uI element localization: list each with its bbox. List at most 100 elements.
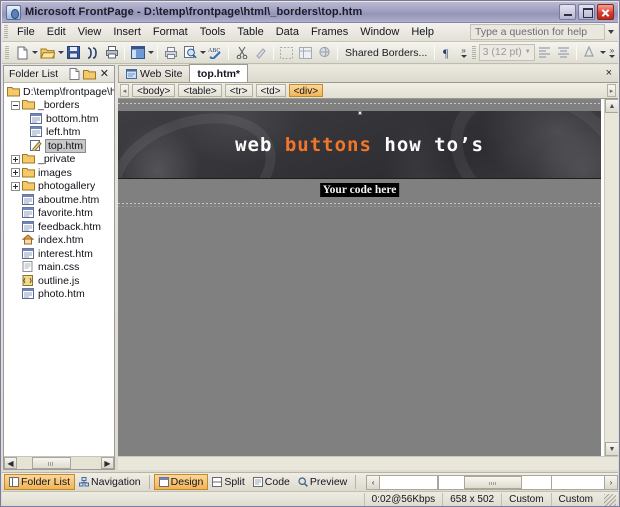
menu-item-format[interactable]: Format [147,24,194,40]
tree-item-borders[interactable]: _borders [4,99,114,113]
tree-item-index-htm[interactable]: index.htm [4,234,114,248]
scroll-right-icon[interactable]: › [604,474,618,490]
tree-item-photo-htm[interactable]: photo.htm [4,288,114,302]
search-icon[interactable] [83,43,102,62]
design-view-canvas[interactable]: web buttons how to’s Your code here ▲ ▼ [118,99,618,470]
tree-item-private[interactable]: _private [4,153,114,167]
align-left-icon[interactable] [535,43,554,62]
chevron-down-icon[interactable]: ▼ [525,45,531,60]
tag-div[interactable]: <div> [288,84,324,97]
toggle-pane-icon[interactable] [128,43,147,62]
menu-item-tools[interactable]: Tools [194,24,232,40]
scroll-down-icon[interactable]: ▼ [605,442,618,456]
open-icon[interactable] [38,43,57,62]
toolbar-overflow-button[interactable]: » [460,46,467,58]
tag-tr[interactable]: <tr> [224,84,253,97]
menu-item-file[interactable]: File [11,24,41,40]
formatting-toolbar-drag-handle[interactable] [471,45,476,60]
canvas-vertical-scrollbar[interactable]: ▲ ▼ [604,99,618,456]
tree-item-interest-htm[interactable]: interest.htm [4,247,114,261]
font-color-icon[interactable] [580,43,599,62]
tag-body[interactable]: <body> [132,84,176,97]
minimize-button[interactable] [559,4,576,20]
banner-region[interactable]: web buttons how to’s [118,111,601,179]
scroll-thumb[interactable] [32,457,71,469]
chevron-down-icon[interactable] [608,30,614,34]
scroll-thumb[interactable] [463,475,522,489]
new-page-icon[interactable] [12,43,31,62]
font-size-select[interactable]: 3 (12 pt) ▼ [478,44,535,61]
collapse-toggle-icon[interactable] [11,100,20,110]
format-painter-icon[interactable] [251,43,270,62]
insert-table-icon[interactable] [296,43,315,62]
tree-item-main-css[interactable]: main.css [4,261,114,275]
menu-item-view[interactable]: View [72,24,108,40]
page-surface[interactable]: web buttons how to’s Your code here [118,99,601,456]
shared-borders-button[interactable]: Shared Borders... [341,47,431,59]
hyperlink-icon[interactable] [315,43,334,62]
new-folder-icon[interactable] [82,67,97,81]
chevron-down-icon[interactable] [608,54,615,58]
cut-icon[interactable] [232,43,251,62]
tag-td[interactable]: <td> [255,84,286,97]
scroll-left-icon[interactable]: ‹ [366,474,381,490]
close-button[interactable] [597,4,614,20]
view-button-preview[interactable]: Preview [294,474,351,490]
insert-layer-icon[interactable] [277,43,296,62]
scroll-right-icon[interactable]: ▶ [101,457,114,469]
save-icon[interactable] [64,43,83,62]
menu-drag-handle[interactable] [4,25,8,39]
scroll-left-icon[interactable]: ◀ [4,457,17,469]
maximize-button[interactable] [578,4,595,20]
help-question-input[interactable]: Type a question for help [470,24,605,40]
scroll-up-icon[interactable]: ▲ [605,99,618,113]
menu-item-insert[interactable]: Insert [107,24,147,40]
menu-item-frames[interactable]: Frames [305,24,354,40]
tree-item-bottom-htm[interactable]: bottom.htm [4,112,114,126]
tree-item-feedback-htm[interactable]: feedback.htm [4,220,114,234]
tree-item-outline-js[interactable]: outline.js [4,274,114,288]
menu-item-help[interactable]: Help [405,24,440,40]
menu-item-data[interactable]: Data [270,24,305,40]
tree-item-top-htm[interactable]: top.htm [4,138,114,153]
selection-handle[interactable] [357,111,362,115]
tag-scroll-right-icon[interactable]: ▸ [607,84,616,97]
view-button-design[interactable]: Design [153,474,209,490]
tree-item-favorite-htm[interactable]: favorite.htm [4,207,114,221]
tree-item-images[interactable]: images [4,166,114,180]
pane-button-navigation[interactable]: Navigation [75,474,145,490]
pane-button-folder-list[interactable]: Folder List [4,474,76,490]
toggle-pane-dropdown-icon[interactable] [148,51,154,54]
print-preview-icon[interactable] [180,43,199,62]
folder-tree[interactable]: D:\temp\frontpage\html _borders bottom.h… [4,83,114,456]
close-tab-icon[interactable]: × [606,68,612,82]
new-page-icon[interactable] [67,67,82,81]
print-icon[interactable] [161,43,180,62]
expand-toggle-icon[interactable] [11,168,20,178]
resize-grip-icon[interactable] [604,493,616,506]
view-bar-scrollbar[interactable]: ‹ › [366,474,618,490]
publish-icon[interactable] [102,43,121,62]
scroll-track[interactable] [17,457,101,469]
formatting-toolbar-overflow-button[interactable]: » [608,46,615,58]
canvas-horizontal-scrollbar[interactable] [118,456,618,470]
tree-item-left-htm[interactable]: left.htm [4,126,114,140]
menu-item-table[interactable]: Table [231,24,269,40]
show-marks-icon[interactable]: ¶ [438,43,457,62]
tag-table[interactable]: <table> [178,84,222,97]
spelling-icon[interactable]: ABC [206,43,225,62]
menu-item-edit[interactable]: Edit [41,24,72,40]
tree-item-photogallery[interactable]: photogallery [4,180,114,194]
tab-top-htm[interactable]: top.htm* [189,64,248,82]
tab-web-site[interactable]: Web Site [118,65,191,82]
close-icon[interactable]: ✕ [97,68,112,80]
tag-scroll-left-icon[interactable]: ◂ [120,84,129,97]
expand-toggle-icon[interactable] [11,181,20,191]
expand-toggle-icon[interactable] [11,154,20,164]
folder-list-horizontal-scrollbar[interactable]: ◀ ▶ [4,456,114,469]
toolbar-drag-handle[interactable] [5,45,9,60]
tree-item-aboutme-htm[interactable]: aboutme.htm [4,193,114,207]
scroll-track[interactable] [438,474,552,490]
view-button-split[interactable]: Split [208,474,248,490]
font-color-dropdown-icon[interactable] [599,51,606,54]
